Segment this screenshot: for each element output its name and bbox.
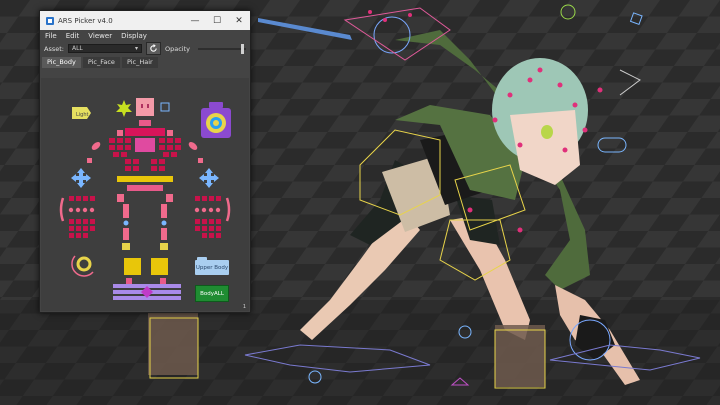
chest-upper-control[interactable] — [125, 128, 165, 136]
picker-canvas[interactable]: Light Upper Body BodyALL 1 — [41, 78, 249, 311]
arm-controls-right[interactable] — [151, 138, 181, 171]
maximize-button[interactable]: ☐ — [206, 11, 228, 30]
finger-controls-left[interactable] — [69, 196, 95, 238]
light-button-label: Light — [76, 112, 89, 118]
tab-pic-face[interactable]: Pic_Face — [82, 57, 120, 68]
clavicle-left[interactable] — [90, 140, 102, 151]
asset-bar: Asset: ALL ▾ Opacity — [40, 41, 250, 56]
asset-label: Asset: — [44, 44, 64, 53]
ik-arrow-right[interactable] — [199, 168, 219, 188]
clavicle-right[interactable] — [187, 140, 199, 151]
minimize-icon: — — [190, 15, 200, 26]
foot-ik-right[interactable] — [151, 258, 168, 275]
foot-ik-left[interactable] — [124, 258, 141, 275]
app-icon — [46, 16, 54, 25]
page-number: 1 — [242, 304, 246, 310]
head-control[interactable] — [136, 98, 154, 116]
finger-controls-right[interactable] — [195, 196, 221, 238]
window-title: ARS Picker v4.0 — [58, 16, 113, 25]
neck-control[interactable] — [139, 120, 151, 126]
hand-right-curve[interactable] — [225, 197, 231, 222]
thigh-left[interactable] — [123, 204, 129, 218]
close-button[interactable]: ✕ — [228, 11, 250, 30]
menu-display[interactable]: Display — [121, 32, 147, 40]
minimize-button[interactable]: — — [184, 11, 206, 30]
opacity-label: Opacity — [164, 44, 190, 53]
body-picker-diagram: Light — [59, 98, 231, 300]
upper-body-button[interactable]: Upper Body — [195, 257, 229, 275]
head-aim-control[interactable] — [160, 102, 170, 112]
menu-viewer[interactable]: Viewer — [88, 32, 112, 40]
ik-arrow-left[interactable] — [71, 168, 91, 188]
tab-pic-hair[interactable]: Pic_Hair — [121, 57, 158, 68]
title-bar[interactable]: ARS Picker v4.0 — ☐ ✕ — [40, 11, 250, 30]
refresh-button[interactable] — [145, 42, 161, 55]
star-icon[interactable] — [116, 100, 132, 117]
body-all-button[interactable]: BodyALL — [195, 285, 229, 302]
light-button[interactable]: Light — [72, 107, 91, 119]
arm-controls-left[interactable] — [109, 138, 139, 171]
menu-bar: File Edit Viewer Display — [40, 30, 250, 41]
shin-left[interactable] — [123, 228, 129, 240]
opacity-slider[interactable] — [197, 43, 246, 54]
character-eye — [541, 125, 553, 139]
opacity-slider-handle[interactable] — [241, 43, 244, 54]
switch-control[interactable] — [76, 256, 92, 272]
asset-dropdown[interactable]: ALL ▾ — [67, 44, 142, 53]
knee-pole-left[interactable] — [123, 220, 129, 226]
asset-value: ALL — [71, 45, 83, 52]
refresh-icon — [150, 44, 157, 52]
menu-file[interactable]: File — [45, 32, 57, 40]
menu-edit[interactable]: Edit — [66, 32, 80, 40]
close-icon: ✕ — [235, 15, 243, 26]
chest-control[interactable] — [135, 138, 155, 152]
spine-control[interactable] — [117, 176, 173, 182]
shoe-right — [495, 325, 545, 387]
shin-right[interactable] — [161, 228, 167, 240]
shoe-left — [148, 310, 198, 375]
maximize-icon: ☐ — [212, 15, 222, 26]
thigh-right[interactable] — [161, 204, 167, 218]
hand-left-curve[interactable] — [59, 197, 65, 222]
chevron-down-icon: ▾ — [134, 45, 138, 52]
knee-pole-right[interactable] — [161, 220, 167, 226]
tab-pic-body[interactable]: Pic_Body — [42, 57, 81, 68]
picker-window[interactable]: ARS Picker v4.0 — ☐ ✕ File Edit Viewer D… — [39, 10, 251, 313]
hip-control[interactable] — [127, 185, 163, 191]
tab-bar: Pic_Body Pic_Face Pic_Hair — [40, 57, 250, 68]
